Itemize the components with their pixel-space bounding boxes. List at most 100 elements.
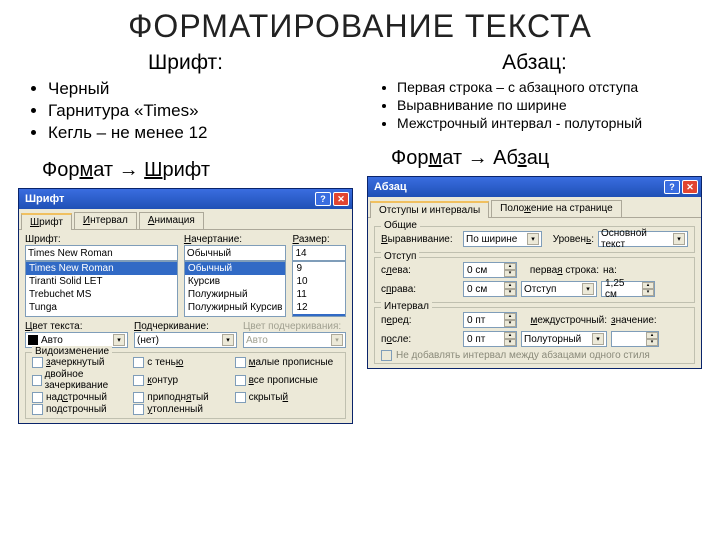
- list-item[interactable]: Полужирный: [185, 288, 286, 301]
- checkbox-allcaps[interactable]: все прописные: [235, 369, 336, 391]
- checkbox-strike[interactable]: зачеркнутый: [32, 357, 133, 368]
- font-style-input[interactable]: Обычный: [184, 245, 287, 261]
- checkbox-shadow[interactable]: с тенью: [133, 357, 234, 368]
- list-item[interactable]: 10: [293, 275, 345, 288]
- paragraph-dialog-tabs: Отступы и интервалы Положение на страниц…: [368, 197, 701, 218]
- list-item: Гарнитура «Times»: [48, 101, 353, 121]
- underline-select[interactable]: (нет) ▾: [134, 332, 237, 348]
- list-item[interactable]: Trebuchet MS: [26, 288, 177, 301]
- space-after-input[interactable]: 0 пт▴▾: [463, 331, 517, 347]
- first-line-select[interactable]: Отступ▾: [521, 281, 597, 297]
- checkbox-emboss[interactable]: приподнятый: [133, 392, 234, 403]
- font-family-input[interactable]: Times New Roman: [25, 245, 178, 261]
- list-item[interactable]: Times New Roman: [26, 262, 177, 275]
- checkbox-outline[interactable]: контур: [133, 369, 234, 391]
- list-item[interactable]: 14: [293, 314, 345, 317]
- spacing-group: Интервал перед: 0 пт▴▾ междустрочный: зн…: [374, 307, 695, 364]
- font-dialog: Шрифт ? ✕ Шрифт Интервал Анимация Шрифт:…: [18, 188, 353, 424]
- left-heading: Шрифт:: [18, 51, 353, 75]
- chevron-down-icon: ▾: [113, 334, 125, 346]
- label-style: Начертание:: [184, 234, 287, 245]
- help-button[interactable]: ?: [315, 192, 331, 206]
- help-button[interactable]: ?: [664, 180, 680, 194]
- line-spacing-value-input[interactable]: ▴▾: [611, 331, 659, 347]
- right-heading: Абзац:: [367, 51, 702, 75]
- tab-interval[interactable]: Интервал: [74, 212, 137, 229]
- spacing-legend: Интервал: [381, 301, 432, 312]
- list-item: Первая строка – с абзацного отступа: [397, 79, 702, 95]
- alignment-select[interactable]: По ширине▾: [463, 231, 542, 247]
- close-button[interactable]: ✕: [333, 192, 349, 206]
- right-indent-input[interactable]: 0 см▴▾: [463, 281, 517, 297]
- label-first-line: первая строка:: [521, 265, 599, 276]
- label-line-spacing-value: значение:: [611, 315, 659, 326]
- label-right-indent: справа:: [381, 284, 459, 295]
- list-item[interactable]: Tiranti Solid LET: [26, 275, 177, 288]
- first-line-amount-input[interactable]: 1,25 см▴▾: [601, 281, 655, 297]
- line-spacing-select[interactable]: Полуторный▾: [521, 331, 607, 347]
- left-indent-input[interactable]: 0 см▴▾: [463, 262, 517, 278]
- checkbox-double-strike[interactable]: двойное зачеркивание: [32, 369, 133, 391]
- checkbox-no-add-space: Не добавлять интервал между абзацами одн…: [381, 350, 688, 361]
- indent-group: Отступ слева: 0 см▴▾ первая строка: на: …: [374, 257, 695, 303]
- font-family-list[interactable]: Times New Roman Tiranti Solid LET Trebuc…: [25, 261, 178, 317]
- font-style-list[interactable]: Обычный Курсив Полужирный Полужирный Кур…: [184, 261, 287, 317]
- right-column: Абзац: Первая строка – с абзацного отсту…: [367, 49, 702, 424]
- paragraph-dialog: Абзац ? ✕ Отступы и интервалы Положение …: [367, 176, 702, 369]
- list-item[interactable]: Курсив: [185, 275, 286, 288]
- tab-animation[interactable]: Анимация: [139, 212, 204, 229]
- label-first-by: на:: [603, 265, 625, 276]
- font-size-input[interactable]: 14: [292, 245, 346, 261]
- label-level: Уровень:: [546, 234, 594, 245]
- label-line-spacing: междустрочный:: [521, 315, 607, 326]
- list-item[interactable]: Обычный: [185, 262, 286, 275]
- general-legend: Общие: [381, 220, 420, 231]
- checkbox-smallcaps[interactable]: малые прописные: [235, 357, 336, 368]
- level-select[interactable]: Основной текст▾: [598, 231, 688, 247]
- list-item[interactable]: Tw Cen MT: [26, 314, 177, 317]
- checkbox-superscript[interactable]: надстрочный: [32, 392, 133, 403]
- chevron-down-icon: ▾: [527, 233, 539, 245]
- list-item[interactable]: 11: [293, 288, 345, 301]
- list-item: Кегль – не менее 12: [48, 123, 353, 143]
- columns: Шрифт: Черный Гарнитура «Times» Кегль – …: [0, 49, 720, 424]
- checkbox-engrave[interactable]: утопленный: [133, 404, 234, 415]
- checkbox-subscript[interactable]: подстрочный: [32, 404, 133, 415]
- list-item[interactable]: 12: [293, 301, 345, 314]
- paragraph-dialog-title: Абзац: [374, 181, 407, 193]
- font-size-list[interactable]: 9 10 11 12 14: [292, 261, 346, 317]
- label-space-before: перед:: [381, 315, 459, 326]
- close-button[interactable]: ✕: [682, 180, 698, 194]
- slide-title: ФОРМАТИРОВАНИЕ ТЕКСТА: [0, 8, 720, 45]
- label-space-after: после:: [381, 334, 459, 345]
- list-item[interactable]: Tunga: [26, 301, 177, 314]
- tab-font[interactable]: Шрифт: [21, 213, 72, 230]
- indent-legend: Отступ: [381, 251, 419, 262]
- list-item[interactable]: 9: [293, 262, 345, 275]
- left-bullets: Черный Гарнитура «Times» Кегль – не мене…: [32, 79, 353, 143]
- effects-legend: Видоизменение: [32, 346, 112, 357]
- left-column: Шрифт: Черный Гарнитура «Times» Кегль – …: [18, 49, 353, 424]
- right-bullets: Первая строка – с абзацного отступа Выра…: [381, 79, 702, 131]
- font-dialog-tabs: Шрифт Интервал Анимация: [19, 209, 352, 230]
- label-font: Шрифт:: [25, 234, 178, 245]
- chevron-down-icon: ▾: [582, 283, 594, 295]
- chevron-down-icon: ▾: [222, 334, 234, 346]
- chevron-down-icon: ▾: [592, 333, 604, 345]
- list-item[interactable]: Полужирный Курсив: [185, 301, 286, 314]
- paragraph-dialog-titlebar[interactable]: Абзац ? ✕: [368, 177, 701, 197]
- list-item: Черный: [48, 79, 353, 99]
- font-dialog-title: Шрифт: [25, 193, 64, 205]
- underline-color-select: Авто ▾: [243, 332, 346, 348]
- list-item: Межстрочный интервал - полуторный: [397, 115, 702, 131]
- tab-indents[interactable]: Отступы и интервалы: [370, 201, 489, 218]
- tab-position[interactable]: Положение на странице: [491, 200, 622, 217]
- label-underline-color: Цвет подчеркивания:: [243, 321, 346, 332]
- label-left-indent: слева:: [381, 265, 459, 276]
- space-before-input[interactable]: 0 пт▴▾: [463, 312, 517, 328]
- right-menu-path: Формат → Абзац: [391, 147, 702, 170]
- label-underline: Подчеркивание:: [134, 321, 237, 332]
- checkbox-hidden[interactable]: скрытый: [235, 392, 336, 403]
- label-alignment: Выравнивание:: [381, 234, 459, 245]
- font-dialog-titlebar[interactable]: Шрифт ? ✕: [19, 189, 352, 209]
